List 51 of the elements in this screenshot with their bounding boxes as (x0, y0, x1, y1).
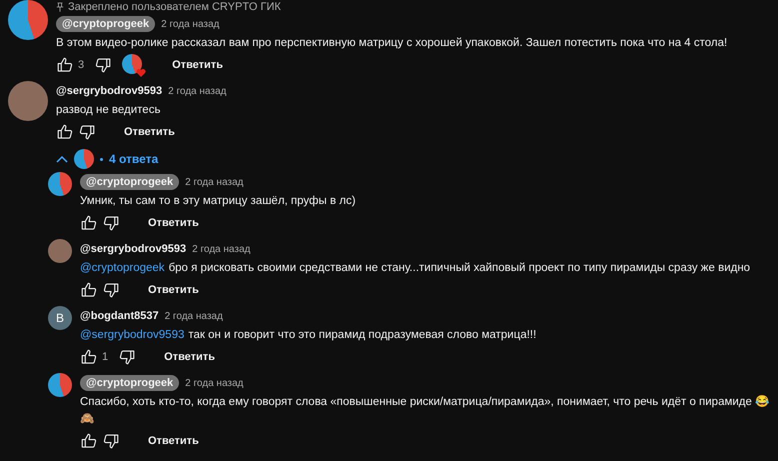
comment-time[interactable]: 2 года назад (185, 176, 244, 188)
reply-button[interactable]: Ответить (166, 55, 229, 75)
comment-text: развод не ведитесь (56, 103, 162, 118)
like-icon[interactable] (80, 348, 98, 366)
pin-icon (56, 2, 64, 12)
dislike-icon[interactable] (118, 348, 136, 366)
pinned-label: Закреплено пользователем CRYPTO ГИК (68, 1, 281, 13)
avatar-logo[interactable] (48, 373, 72, 397)
comment-time[interactable]: 2 года назад (192, 244, 250, 254)
comment-time[interactable]: 2 года назад (185, 378, 244, 388)
author-name[interactable]: @sergrybodrov9593 (56, 85, 162, 97)
author-name[interactable]: @cryptoprogeek (80, 375, 180, 391)
avatar-photo-placeholder[interactable] (8, 81, 48, 121)
reply-button[interactable]: Ответить (142, 213, 205, 233)
like-icon[interactable] (80, 281, 98, 299)
comment-text: В этом видео-ролике рассказал вам про перспективную матрицу с хорошей упаковкой. Зашел потестить пока что на 4 стола! (56, 36, 728, 51)
like-icon[interactable] (80, 214, 98, 232)
comment-text: Спасибо, хоть кто-то, когда ему говорят слова «повышенные риски/матрица/пирамида», понимает, что речь идёт о пирамиде 😂 🙈 (80, 394, 770, 427)
reply-button[interactable]: Ответить (142, 431, 205, 451)
dislike-icon[interactable] (94, 56, 112, 74)
like-count: 1 (102, 351, 108, 363)
like-icon[interactable] (80, 432, 98, 450)
comment-text: @sergrybodrov9593 так он и говорит что это пирамид подразумевая слово матрица!!! (80, 328, 538, 343)
dislike-icon[interactable] (78, 123, 96, 141)
comment-text: Умник, ты сам то в эту матрицу зашёл, пруфы в лс) (80, 194, 357, 209)
reply-button[interactable]: Ответить (142, 280, 205, 300)
mention-link[interactable]: @cryptoprogeek (80, 262, 165, 274)
comment-text: @cryptoprogeek бро я рисковать своими средствами не стану...типичный хайповый проект по типу пирамиды сразу же видно (80, 261, 752, 276)
creator-avatar-icon (74, 149, 94, 169)
avatar-logo[interactable] (8, 0, 48, 40)
dislike-icon[interactable] (102, 281, 120, 299)
avatar-photo-placeholder[interactable] (48, 239, 72, 263)
chevron-up-icon (56, 155, 68, 163)
like-icon[interactable] (56, 123, 74, 141)
comment-time[interactable]: 2 года назад (164, 310, 223, 322)
reply-button[interactable]: Ответить (118, 122, 181, 142)
replies-toggle[interactable]: 4 ответа (56, 149, 158, 169)
like-count: 3 (78, 59, 84, 71)
avatar-logo[interactable] (48, 172, 72, 196)
mention-link[interactable]: @sergrybodrov9593 (80, 329, 184, 341)
author-name[interactable]: @cryptoprogeek (80, 174, 180, 190)
comment-time[interactable]: 2 года назад (161, 18, 220, 30)
author-name[interactable]: @bogdant8537 (80, 310, 159, 322)
author-name[interactable]: @sergrybodrov9593 (80, 243, 186, 255)
author-name[interactable]: @cryptoprogeek (56, 16, 156, 32)
avatar-letter[interactable]: B (48, 306, 72, 330)
like-icon[interactable] (56, 56, 74, 74)
dislike-icon[interactable] (102, 214, 120, 232)
reply-button[interactable]: Ответить (158, 347, 221, 367)
dislike-icon[interactable] (102, 432, 120, 450)
comment-time[interactable]: 2 года назад (168, 86, 226, 96)
